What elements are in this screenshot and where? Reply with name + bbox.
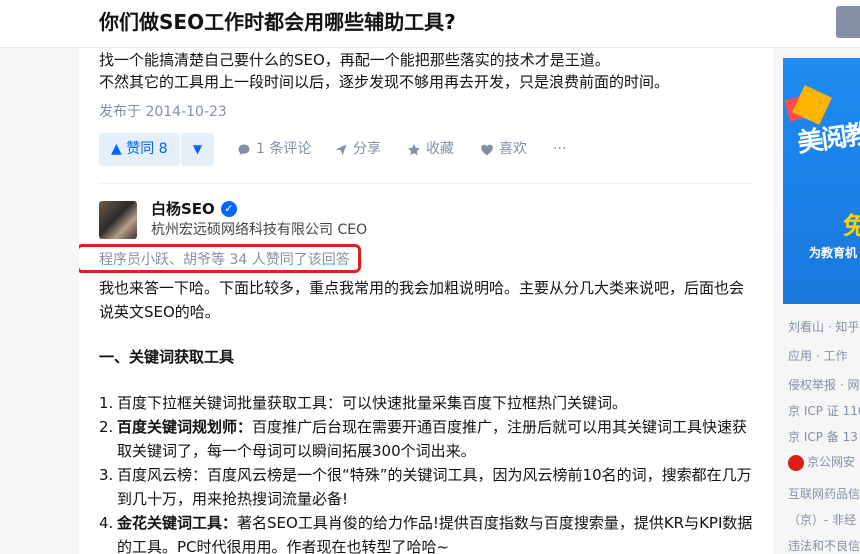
ad-banner[interactable]: 美阅教 免 为教育机 [783,58,860,304]
footer-link[interactable]: 京 ICP 证 110 [788,402,860,420]
footer-link-text: 京公网安 [807,455,856,469]
avatar[interactable] [99,201,137,239]
more-icon: ··· [553,141,567,157]
section-heading: 一、关键词获取工具 [99,348,235,366]
footer-link[interactable]: 侵权举报 · 网 [788,376,859,394]
banner-title: 美阅教 [795,119,860,159]
like-label: 喜欢 [499,141,527,157]
list-item: 2. 百度关键词规划师：百度推广后台现在需要开通百度推广，注册后就可以用其关键词工… [99,415,747,439]
verified-icon: ✓ [220,201,237,217]
footer-link[interactable]: 京公网安 [788,453,855,471]
list-text: 著名SEO工具肖俊的给力作品!提供百度指数与百度搜索量，提供KR与KPI数据 [237,514,753,532]
star-icon [408,143,420,155]
share-label: 分享 [353,141,381,157]
list-number: 3. [99,466,114,484]
upvote-label: ▲ 赞同 8 [111,141,168,157]
top-bar: 你们做SEO工作时都会用哪些辅助工具? [0,0,860,48]
collect-label: 收藏 [426,141,454,157]
list-continuation: 的工具。PC时代很用用。作者现在也转型了哈哈~ [117,538,450,554]
list-item: 4. 金花关键词工具：著名SEO工具肖俊的给力作品!提供百度指数与百度搜索量，提供… [99,511,752,535]
header-action-button[interactable] [836,6,860,38]
downvote-button[interactable]: ▼ [181,133,214,166]
more-button[interactable]: ··· [553,133,566,166]
list-bold: 金花关键词工具： [117,514,238,532]
list-item: 3. 百度风云榜：百度风云榜是一个很“特殊”的关键词工具，因为风云榜前10名的词，… [99,463,752,487]
footer-link[interactable]: 违法和不良信 [788,537,860,554]
list-text: 百度推广后台现在需要开通百度推广，注册后就可以用其关键词工具快速获 [252,418,748,436]
list-text: 百度风云榜：百度风云榜是一个很“特殊”的关键词工具，因为风云榜前10名的词，搜索… [117,466,752,484]
downvote-icon: ▼ [192,142,203,156]
share-icon [335,144,347,155]
list-number: 2. [99,418,114,436]
like-button[interactable]: 喜欢 [480,133,527,166]
heart-icon [481,144,493,155]
sidebar: 美阅教 免 为教育机 刘看山 · 知乎 应用 · 工作 侵权举报 · 网 京 I… [783,48,860,554]
answer-paragraph: 我也来答一下哈。下面比较多，重点我常用的我会加粗说明哈。主要从分几大类来说吧，后… [99,279,745,297]
answer-actions: ▲ 赞同 8 ▼ 1 条评论 分享 收藏 喜欢 ··· [99,133,749,166]
list-number: 4. [99,514,114,532]
banner-highlight: 免 [843,212,860,240]
footer-link[interactable]: 刘看山 · 知乎 [788,318,859,336]
author-headline: 杭州宏远硕网络科技有限公司 CEO [151,222,368,238]
banner-subtitle: 为教育机 [809,246,858,260]
author-name-text: 白杨SEO [151,200,215,218]
answer-list: 找一个能搞清楚自己要什么的SEO，再配一个能把那些落实的技术才是王道。 不然其它… [79,48,773,554]
previous-answer-line: 找一个能搞清楚自己要什么的SEO，再配一个能把那些落实的技术才是王道。 [99,51,610,69]
footer-link[interactable]: 应用 · 工作 [788,347,847,365]
voters-text[interactable]: 程序员小跃、胡爷等 34 人赞同了该回答 [99,249,350,271]
share-button[interactable]: 分享 [334,133,381,166]
footer-link[interactable]: 互联网药品信 [788,485,860,503]
answer-divider [99,183,753,184]
comment-button[interactable]: 1 条评论 [237,133,311,166]
publish-date[interactable]: 发布于 2014-10-23 [99,100,227,124]
list-bold: 百度关键词规划师： [117,418,253,436]
question-title: 你们做SEO工作时都会用哪些辅助工具? [99,10,456,34]
comment-label: 1 条评论 [256,141,312,157]
collect-button[interactable]: 收藏 [407,133,454,166]
footer-link[interactable]: （京）- 非经 [788,511,856,529]
previous-answer-line: 不然其它的工具用上一段时间以后，逐步发现不够用再去开发，只是浪费前面的时间。 [99,73,670,91]
footer-link[interactable]: 京 ICP 备 13 [788,428,858,446]
comment-icon [238,144,250,155]
upvote-button[interactable]: ▲ 赞同 8 [99,133,180,166]
list-continuation: 取关键词了，每一个母词可以瞬间拓展300个词出来。 [117,442,476,460]
author-name[interactable]: 白杨SEO ✓ [151,198,237,220]
list-number: 1. [99,394,114,412]
police-badge-icon [788,454,804,471]
list-item: 1. 百度下拉框关键词批量获取工具：可以快速批量采集百度下拉框热门关键词。 [99,391,627,415]
answer-paragraph: 说英文SEO的哈。 [99,303,220,321]
list-continuation: 到几十万，用来抢热搜词流量必备! [117,490,349,508]
list-text: 百度下拉框关键词批量获取工具：可以快速批量采集百度下拉框热门关键词。 [117,394,628,412]
